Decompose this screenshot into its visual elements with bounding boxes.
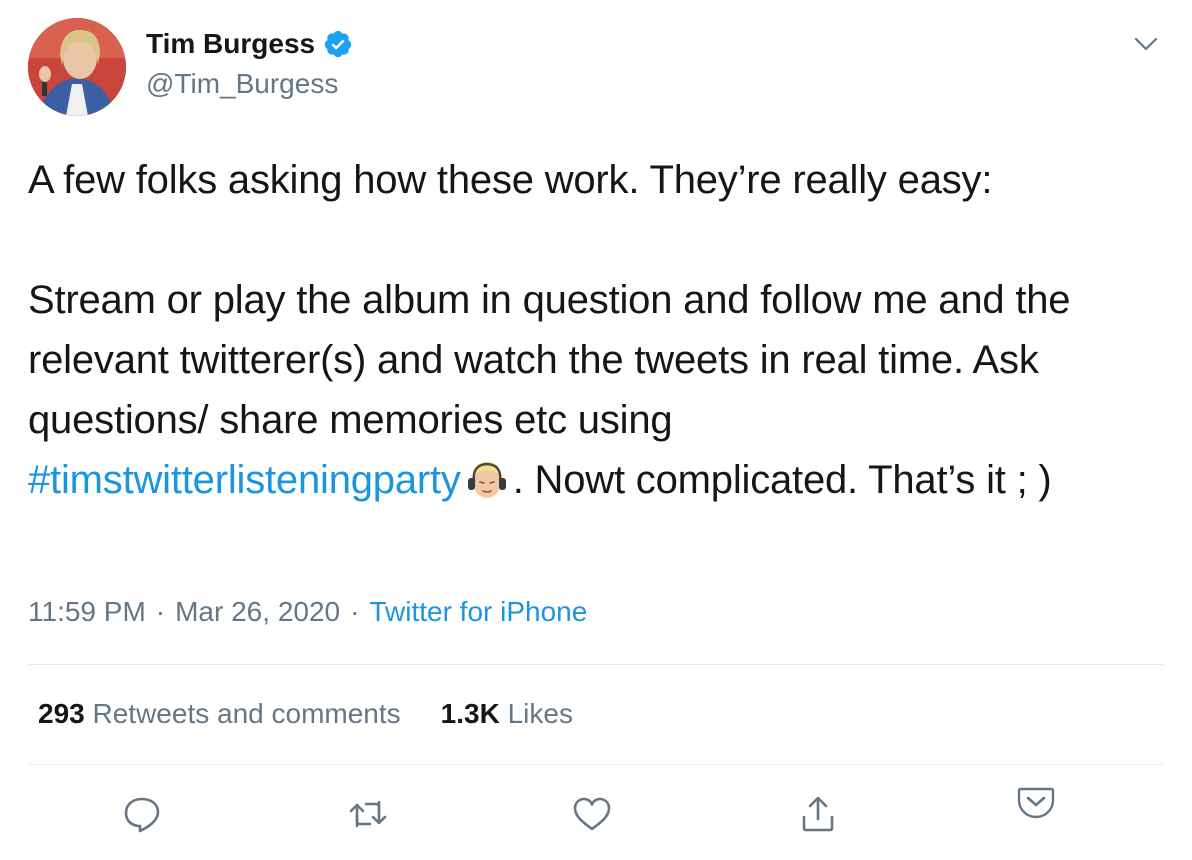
tweet-line-1: A few folks asking how these work. They’… xyxy=(28,158,993,202)
meta-separator: · xyxy=(350,596,360,627)
tweet-text: A few folks asking how these work. They’… xyxy=(28,150,1168,510)
divider xyxy=(28,764,1164,765)
tweet-date[interactable]: Mar 26, 2020 xyxy=(175,596,340,628)
verified-badge-icon xyxy=(324,30,352,58)
retweets-stat[interactable]: 293 Retweets and comments xyxy=(38,698,401,730)
retweets-label: Retweets and comments xyxy=(92,698,401,729)
pocket-icon[interactable] xyxy=(1014,780,1058,824)
tweet-paragraph-2-lead: Stream or play the album in question and… xyxy=(28,278,1071,442)
tweet-paragraph-2-tail: . Nowt complicated. That’s it ; ) xyxy=(512,458,1052,502)
likes-stat[interactable]: 1.3K Likes xyxy=(441,698,573,730)
hashtag-link[interactable]: #timstwitterlisteningparty xyxy=(28,458,461,502)
likes-count: 1.3K xyxy=(440,698,500,729)
comment-icon[interactable] xyxy=(120,792,164,836)
divider xyxy=(28,664,1164,665)
meta-separator: · xyxy=(155,596,166,627)
author-name-row[interactable]: Tim Burgess xyxy=(146,28,353,60)
chevron-down-icon[interactable] xyxy=(1132,30,1160,58)
blond-head-headphones-icon xyxy=(467,462,506,498)
avatar[interactable] xyxy=(28,18,126,116)
tweet-source-link[interactable]: Twitter for iPhone xyxy=(369,596,587,628)
tweet-stats: 293 Retweets and comments 1.3K Likes xyxy=(38,698,573,730)
retweet-icon[interactable] xyxy=(346,792,390,836)
tweet-paragraph-2: Stream or play the album in question and… xyxy=(28,270,1168,510)
retweets-count: 293 xyxy=(38,698,85,729)
likes-label: Likes xyxy=(507,698,573,729)
author-display-name[interactable]: Tim Burgess xyxy=(146,28,315,60)
tweet-time[interactable]: 11:59 PM xyxy=(28,596,146,628)
author-handle[interactable]: @Tim_Burgess xyxy=(146,68,338,100)
share-icon[interactable] xyxy=(796,792,840,836)
avatar-photo xyxy=(28,18,126,116)
tweet-meta: 11:59 PM · Mar 26, 2020 · Twitter for iP… xyxy=(28,596,587,628)
like-icon[interactable] xyxy=(570,792,614,836)
